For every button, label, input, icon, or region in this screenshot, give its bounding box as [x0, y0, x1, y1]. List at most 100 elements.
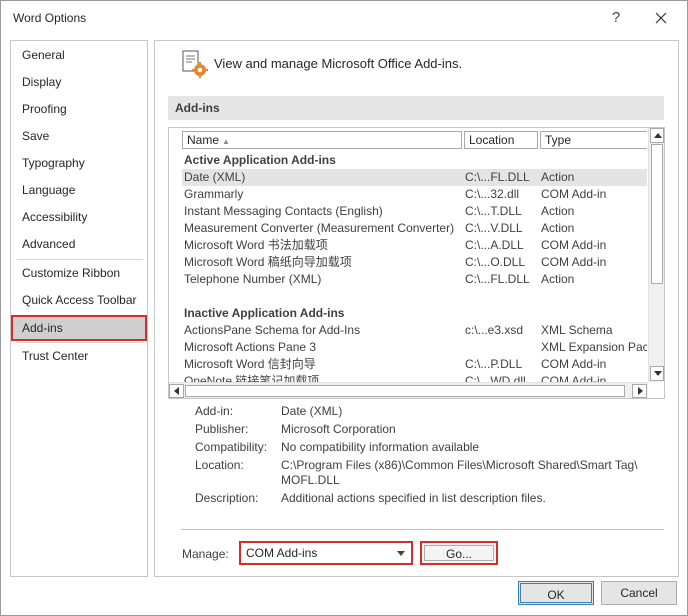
nav-item-add-ins[interactable]: Add-ins: [11, 315, 147, 341]
row-name: Instant Messaging Contacts (English): [184, 204, 383, 218]
window-title: Word Options: [13, 11, 87, 25]
chevron-up-icon: [654, 133, 662, 138]
vertical-scrollbar[interactable]: [648, 128, 664, 382]
add-ins-list[interactable]: Name ▲ Location Type Active Application A…: [168, 127, 665, 399]
table-row[interactable]: OneNote 链接笔记加载项 C:\...WD.dll COM Add-in: [182, 373, 647, 382]
close-icon: [655, 12, 667, 24]
group-active-title: Active Application Add-ins: [184, 153, 336, 167]
detail-publisher-value: Microsoft Corporation: [281, 422, 396, 436]
row-location: C:\...T.DLL: [465, 204, 522, 218]
sort-ascending-icon: ▲: [222, 137, 230, 146]
row-type: Action: [541, 272, 575, 286]
row-name: Microsoft Word 稿纸向导加载项: [184, 255, 352, 269]
ok-button[interactable]: OK: [518, 581, 594, 605]
manage-label: Manage:: [182, 547, 229, 561]
help-button[interactable]: ?: [605, 7, 627, 29]
nav-item-trust-center[interactable]: Trust Center: [11, 343, 147, 369]
nav-item-display[interactable]: Display: [11, 69, 147, 95]
go-button[interactable]: Go...: [420, 541, 498, 565]
row-type: Action: [541, 204, 575, 218]
nav-item-save[interactable]: Save: [11, 123, 147, 149]
nav-item-advanced[interactable]: Advanced: [11, 231, 147, 257]
detail-location-label: Location:: [195, 458, 244, 472]
detail-location-value-cont: MOFL.DLL: [281, 473, 340, 487]
row-name: Date (XML): [184, 170, 246, 184]
detail-publisher-label: Publisher:: [195, 422, 249, 436]
options-nav: General Display Proofing Save Typography…: [10, 40, 148, 577]
manage-selected-value: COM Add-ins: [246, 546, 318, 560]
dropdown-arrow-icon: [397, 551, 405, 556]
column-header-name[interactable]: Name ▲: [182, 131, 462, 149]
row-name: Telephone Number (XML): [184, 272, 322, 286]
column-header-name-label: Name: [187, 133, 220, 147]
row-location: C:\...O.DLL: [465, 255, 526, 269]
horizontal-scrollbar[interactable]: [169, 382, 648, 398]
cancel-button[interactable]: Cancel: [601, 581, 677, 605]
table-row[interactable]: Microsoft Actions Pane 3 XML Expansion P…: [182, 339, 647, 356]
section-title: Add-ins: [175, 101, 220, 115]
table-row[interactable]: ActionsPane Schema for Add-Ins c:\...e3.…: [182, 322, 647, 339]
row-type: COM Add-in: [541, 357, 607, 371]
close-button[interactable]: [649, 7, 673, 29]
detail-description-label: Description:: [195, 491, 259, 505]
manage-dropdown[interactable]: COM Add-ins: [239, 541, 413, 565]
row-type: XML Schema: [541, 323, 613, 337]
row-name: Microsoft Word 信封向导: [184, 357, 316, 371]
scroll-left-button[interactable]: [169, 384, 184, 398]
detail-addin-value: Date (XML): [281, 404, 343, 418]
table-row[interactable]: Microsoft Word 稿纸向导加载项 C:\...O.DLL COM A…: [182, 254, 647, 271]
row-type: COM Add-in: [541, 238, 607, 252]
nav-item-proofing[interactable]: Proofing: [11, 96, 147, 122]
list-content: Name ▲ Location Type Active Application A…: [169, 128, 647, 382]
row-name: Microsoft Word 书法加载项: [184, 238, 328, 252]
detail-compatibility-value: No compatibility information available: [281, 440, 480, 454]
column-headers: Name ▲ Location Type: [182, 131, 647, 149]
ok-button-label: OK: [520, 583, 592, 603]
vertical-scroll-thumb[interactable]: [651, 144, 663, 284]
nav-item-typography[interactable]: Typography: [11, 150, 147, 176]
scroll-right-button[interactable]: [632, 384, 647, 398]
row-location: C:\...V.DLL: [465, 221, 523, 235]
row-type: XML Expansion Pack: [541, 340, 647, 354]
divider: [181, 529, 664, 530]
chevron-left-icon: [174, 387, 179, 395]
group-inactive-title: Inactive Application Add-ins: [184, 306, 345, 320]
table-row[interactable]: Measurement Converter (Measurement Conve…: [182, 220, 647, 237]
column-header-location[interactable]: Location: [464, 131, 538, 149]
nav-item-general[interactable]: General: [11, 42, 147, 68]
table-row[interactable]: Microsoft Word 信封向导 C:\...P.DLL COM Add-…: [182, 356, 647, 373]
detail-location-value: C:\Program Files (x86)\Common Files\Micr…: [281, 458, 638, 472]
detail-addin-label: Add-in:: [195, 404, 234, 418]
row-location: C:\...FL.DLL: [465, 170, 530, 184]
row-location: C:\...WD.dll: [465, 374, 526, 382]
nav-item-language[interactable]: Language: [11, 177, 147, 203]
table-row[interactable]: Grammarly C:\...32.dll COM Add-in: [182, 186, 647, 203]
row-type: COM Add-in: [541, 374, 607, 382]
add-ins-gear-document-icon: [181, 49, 211, 81]
row-type: COM Add-in: [541, 187, 607, 201]
row-location: c:\...e3.xsd: [465, 323, 524, 337]
row-name: Grammarly: [184, 187, 244, 201]
scroll-up-button[interactable]: [650, 128, 664, 143]
scroll-down-button[interactable]: [650, 366, 664, 381]
chevron-down-icon: [654, 371, 662, 376]
table-row[interactable]: Date (XML) C:\...FL.DLL Action: [182, 169, 647, 186]
row-type: COM Add-in: [541, 255, 607, 269]
section-bar: Add-ins: [168, 96, 664, 120]
row-location: C:\...FL.DLL: [465, 272, 530, 286]
row-location: C:\...32.dll: [465, 187, 520, 201]
horizontal-scroll-thumb[interactable]: [185, 385, 625, 397]
table-row[interactable]: Microsoft Word 书法加载项 C:\...A.DLL COM Add…: [182, 237, 647, 254]
table-row[interactable]: Instant Messaging Contacts (English) C:\…: [182, 203, 647, 220]
column-header-type[interactable]: Type: [540, 131, 647, 149]
nav-item-customize-ribbon[interactable]: Customize Ribbon: [11, 260, 147, 286]
table-row[interactable]: Telephone Number (XML) C:\...FL.DLL Acti…: [182, 271, 647, 288]
panel-header: View and manage Microsoft Office Add-ins…: [214, 56, 463, 71]
add-ins-panel: View and manage Microsoft Office Add-ins…: [154, 40, 679, 577]
word-options-dialog: Word Options ? General Display Proofing …: [0, 0, 688, 616]
row-location: C:\...P.DLL: [465, 357, 523, 371]
nav-item-quick-access-toolbar[interactable]: Quick Access Toolbar: [11, 287, 147, 313]
chevron-right-icon: [638, 387, 643, 395]
go-button-label: Go...: [424, 545, 494, 561]
nav-item-accessibility[interactable]: Accessibility: [11, 204, 147, 230]
